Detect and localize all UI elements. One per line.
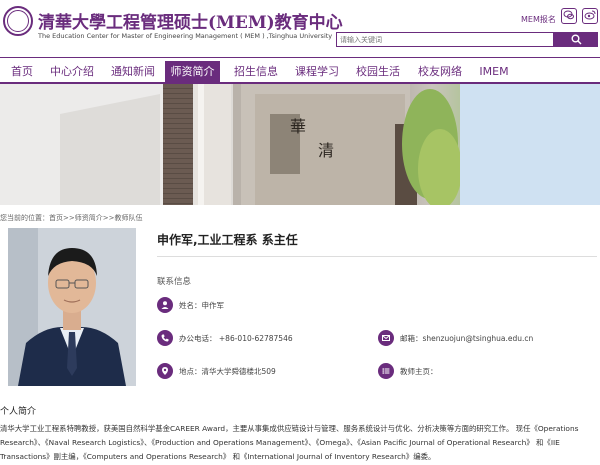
bio-line: 清华大学工业工程系特聘教授，获美国自然科学基金CAREER Award，主要从事… [0, 424, 579, 433]
nav-item-campus-life[interactable]: 校园生活 [355, 61, 401, 83]
contact-name: 姓名：申作军 [179, 300, 224, 310]
breadcrumb: 您当前的位置：首页>>师资简介>>教师队伍 [0, 214, 143, 222]
bio-heading: 个人简介 [0, 407, 37, 417]
main-nav: 首页 中心介绍 通知新闻 师资简介 招生信息 课程学习 校园生活 校友网络 IM… [0, 57, 600, 84]
mail-icon [378, 330, 394, 346]
contact-address: 地点：清华大学舜德楼北509 [179, 366, 276, 376]
contact-address-row: 地点：清华大学舜德楼北509 [157, 363, 276, 379]
contact-name-row: 姓名：申作军 [157, 297, 224, 313]
site-logo-title[interactable]: 清華大學工程管理硕士(MEM)教育中心 [38, 8, 343, 33]
svg-text:清: 清 [318, 141, 334, 160]
university-seal-logo[interactable] [3, 6, 33, 36]
profile-title: 申作军,工业工程系 系主任 [157, 233, 298, 247]
nav-item-center-intro[interactable]: 中心介绍 [49, 61, 95, 83]
contact-phone-row: 办公电话： +86-010-62787546 [157, 330, 293, 346]
profile-divider [157, 256, 597, 257]
nav-item-imem[interactable]: IMEM [477, 61, 511, 83]
weibo-icon[interactable] [582, 8, 598, 24]
search-input[interactable] [336, 32, 554, 47]
site-header: 清華大學工程管理硕士(MEM)教育中心 The Education Center… [0, 0, 600, 57]
site-logo-subtitle: The Education Center for Master of Engin… [38, 32, 333, 40]
contact-email-row: 邮箱：shenzuojun@tsinghua.edu.cn [378, 330, 533, 346]
bio-line: Research》、《Naval Research Logistics》、《Pr… [0, 438, 560, 447]
contact-homepage[interactable]: 教师主页： [400, 366, 438, 377]
nav-item-news[interactable]: 通知新闻 [110, 61, 156, 83]
nav-item-admissions[interactable]: 招生信息 [233, 61, 279, 83]
svg-text:華: 華 [290, 117, 306, 136]
bio-line: Transactions》副主编，《Computers and Operatio… [0, 452, 436, 461]
contact-homepage-row: 教师主页： [378, 363, 438, 379]
search-icon [571, 34, 581, 45]
nav-item-courses[interactable]: 课程学习 [294, 61, 340, 83]
wechat-icon[interactable] [561, 8, 577, 24]
profile-photo [8, 228, 136, 386]
search-button[interactable] [554, 32, 598, 47]
contact-email[interactable]: 邮箱：shenzuojun@tsinghua.edu.cn [400, 333, 533, 344]
contact-heading: 联系信息 [157, 277, 192, 287]
location-pin-icon [157, 363, 173, 379]
phone-icon [157, 330, 173, 346]
nav-item-home[interactable]: 首页 [9, 61, 35, 83]
contact-phone: 办公电话： +86-010-62787546 [179, 333, 293, 343]
person-icon [157, 297, 173, 313]
nav-item-faculty[interactable]: 师资简介 [165, 61, 220, 83]
campus-banner-image: 華 清 [0, 84, 600, 205]
list-icon [378, 363, 394, 379]
nav-item-alumni[interactable]: 校友网络 [417, 61, 463, 83]
mem-signup-link[interactable]: MEM报名 [521, 14, 556, 25]
